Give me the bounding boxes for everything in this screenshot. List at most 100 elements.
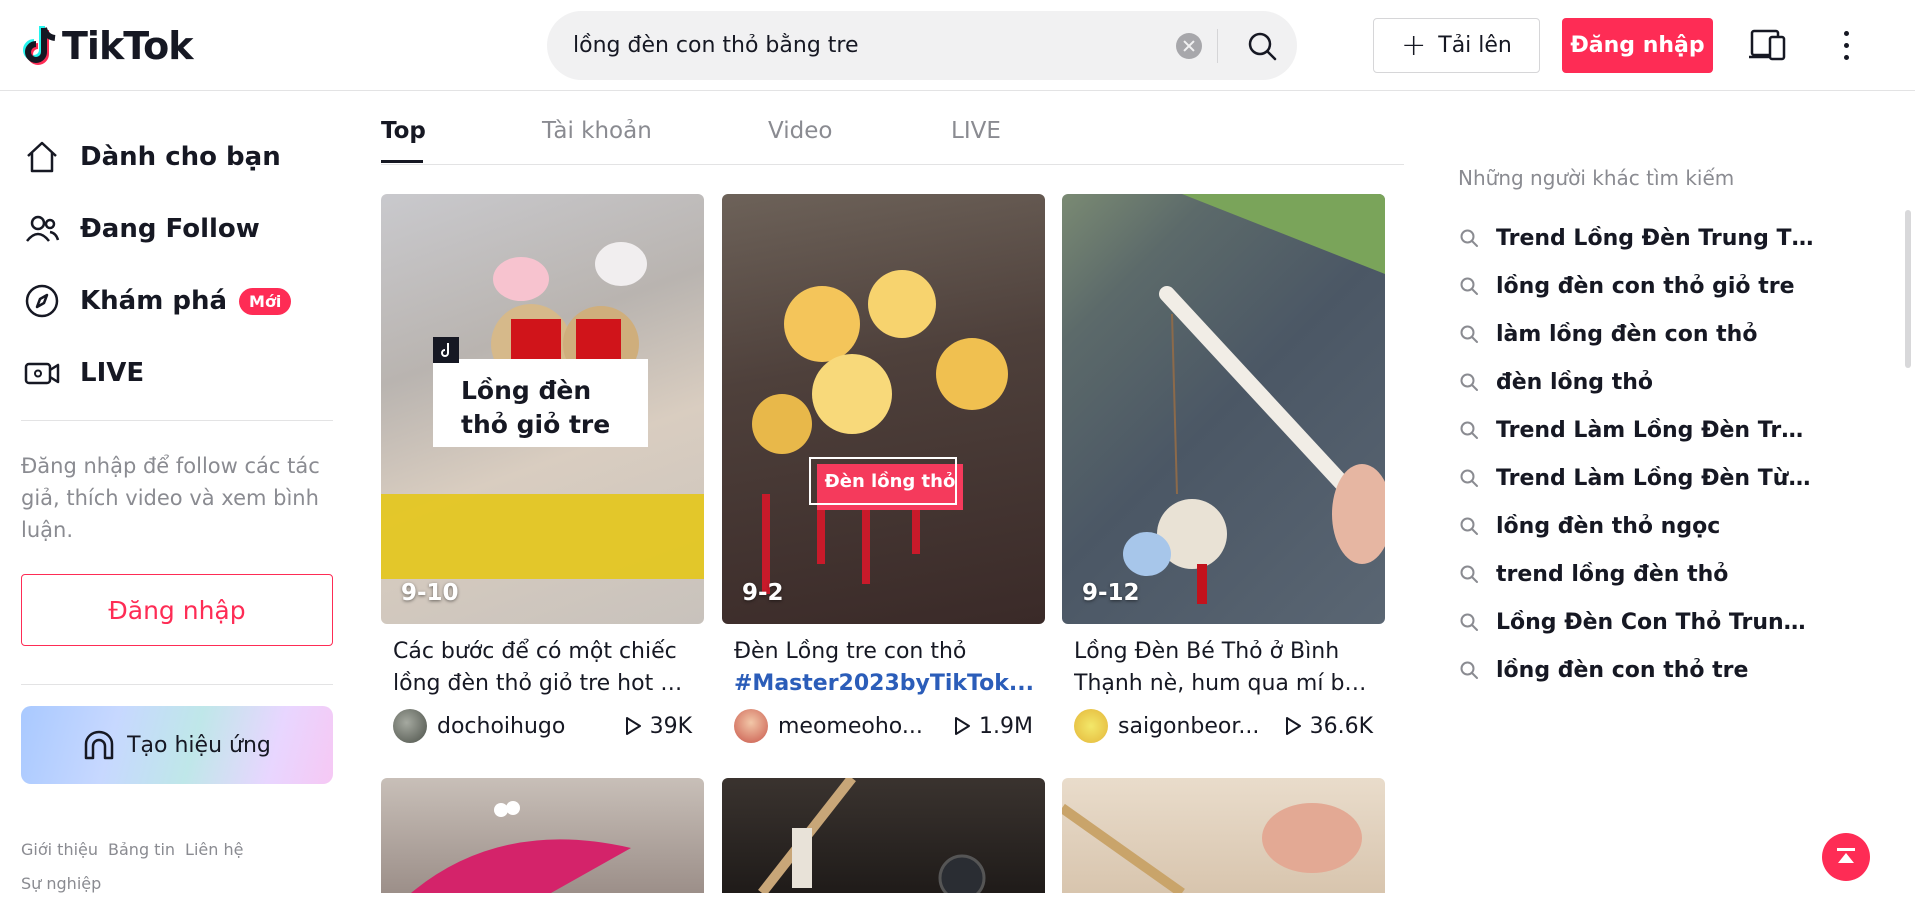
thumbnail-overlay-text: Đèn lồng thỏ (824, 471, 956, 492)
play-count-value: 36.6K (1309, 713, 1373, 739)
search-icon (1460, 421, 1478, 439)
video-thumbnail[interactable] (1062, 778, 1385, 893)
search-icon (1460, 277, 1478, 295)
login-prompt-text: Đăng nhập để follow các tác giả, thích v… (21, 454, 320, 542)
video-meta: meomeoho... 1.9M (722, 708, 1045, 744)
video-thumbnail[interactable]: Đèn lồng thỏ 9-2 (722, 194, 1045, 624)
related-search-label: Trend Làm Lồng Đèn Trung... (1496, 417, 1816, 443)
play-count-value: 39K (649, 713, 692, 739)
create-effect-label: Tạo hiệu ứng (127, 732, 271, 758)
tab-accounts[interactable]: Tài khoản (542, 118, 652, 144)
related-search-item[interactable]: lồng đèn con thỏ giỏ tre (1458, 266, 1816, 306)
arrow-up-icon (1837, 848, 1855, 863)
sidebar-item-following[interactable]: Đang Follow (22, 204, 260, 254)
related-search-item[interactable]: làm lồng đèn con thỏ (1458, 314, 1816, 354)
author-name[interactable]: saigonbeor... (1118, 714, 1268, 739)
thumbnail-art (411, 801, 631, 893)
sidebar-item-label: Dành cho bạn (80, 142, 281, 172)
sidebar-item-explore[interactable]: Khám phá Mới (22, 276, 292, 326)
related-search-item[interactable]: Lồng Đèn Con Thỏ Trung Thu (1458, 602, 1816, 642)
description-line: Lồng Đèn Bé Thỏ ở Bình (1074, 639, 1340, 664)
upload-button[interactable]: + Tải lên (1373, 18, 1540, 73)
related-search-item[interactable]: Trend Lồng Đèn Trung Thu ... (1458, 218, 1816, 258)
related-search-item[interactable]: lồng đèn con thỏ tre (1458, 650, 1816, 690)
video-thumbnail[interactable] (722, 778, 1045, 893)
related-search-item[interactable]: đèn lồng thỏ (1458, 362, 1816, 402)
related-search-label: làm lồng đèn con thỏ (1496, 321, 1758, 347)
sidebar-item-for-you[interactable]: Dành cho bạn (22, 132, 281, 182)
sidebar-item-label: LIVE (80, 358, 145, 388)
play-icon (955, 717, 971, 735)
thumbnail-art (1062, 803, 1362, 893)
footer-link-about[interactable]: Giới thiệu (21, 840, 98, 859)
footer-link-careers[interactable]: Sự nghiệp (21, 874, 101, 893)
search-icon (1460, 325, 1478, 343)
create-effect-button[interactable]: Tạo hiệu ứng (21, 706, 333, 784)
related-search-item[interactable]: trend lồng đèn thỏ (1458, 554, 1816, 594)
footer-link-contact[interactable]: Liên hệ (185, 840, 243, 859)
thumbnail-overlay-text: Lồng đèn thỏ giỏ tre (461, 376, 611, 439)
search-icon (1248, 32, 1277, 60)
sidebar-login-button[interactable]: Đăng nhập (21, 574, 333, 646)
description-line: lồng đèn thỏ giỏ tre hot hi... (393, 671, 693, 696)
play-count: 1.9M (953, 714, 1033, 739)
sidebar-item-label: Đang Follow (80, 214, 260, 244)
video-description[interactable]: Đèn Lồng tre con thỏ #Master2023byTikTok… (722, 636, 1045, 700)
video-card[interactable]: Lồng đèn thỏ giỏ tre 9-10 Các bước để có… (381, 194, 704, 744)
scrollbar[interactable] (1905, 210, 1911, 368)
new-badge: Mới (239, 287, 292, 315)
video-date: 9-10 (401, 580, 459, 606)
video-thumbnail[interactable] (381, 778, 704, 893)
active-tab-indicator (381, 160, 423, 163)
search-button[interactable] (1227, 11, 1297, 80)
related-search-label: Trend Lồng Đèn Trung Thu ... (1496, 225, 1816, 251)
video-meta: saigonbeor... 36.6K (1062, 708, 1385, 744)
related-search-item[interactable]: Trend Làm Lồng Đèn Trung... (1458, 410, 1816, 450)
login-button[interactable]: Đăng nhập (1562, 18, 1713, 73)
play-count: 36.6K (1284, 714, 1373, 739)
following-icon (22, 209, 62, 249)
author-name[interactable]: meomeoho... (778, 714, 928, 739)
more-options-icon[interactable] (1836, 27, 1856, 63)
description-line: Đèn Lồng tre con thỏ (734, 639, 967, 664)
related-search-item[interactable]: Trend Làm Lồng Đèn Từ Ch... (1458, 458, 1816, 498)
hashtag-link[interactable]: #Master2023byTikTok... (734, 668, 1034, 700)
avatar[interactable] (734, 709, 768, 743)
video-card[interactable]: Đèn lồng thỏ 9-2 Đèn Lồng tre con thỏ #M… (722, 194, 1045, 744)
avatar[interactable] (1074, 709, 1108, 743)
related-search-label: đèn lồng thỏ (1496, 369, 1654, 395)
play-icon (1285, 717, 1301, 735)
video-thumbnail[interactable]: 9-12 (1062, 194, 1385, 624)
search-icon (1460, 469, 1478, 487)
live-icon (22, 353, 62, 393)
author-name[interactable]: dochoihugo (437, 714, 587, 739)
search-icon (1460, 517, 1478, 535)
tiktok-logo[interactable]: TikTok (20, 22, 193, 70)
search-input[interactable] (571, 11, 1171, 80)
video-date: 9-12 (1082, 580, 1140, 606)
related-search-label: Lồng Đèn Con Thỏ Trung Thu (1496, 609, 1816, 635)
avatar[interactable] (393, 709, 427, 743)
related-search-label: lồng đèn thỏ ngọc (1496, 513, 1721, 539)
related-search-label: lồng đèn con thỏ giỏ tre (1496, 273, 1795, 299)
plus-icon: + (1401, 27, 1427, 63)
sidebar-divider (21, 420, 333, 421)
tab-videos[interactable]: Video (768, 118, 832, 144)
sidebar-divider (21, 684, 333, 685)
video-thumbnail[interactable]: Lồng đèn thỏ giỏ tre 9-10 (381, 194, 704, 624)
search-icon (1460, 661, 1478, 679)
description-line: Các bước để có một chiếc (393, 639, 677, 664)
tab-live[interactable]: LIVE (951, 118, 1001, 144)
video-description[interactable]: Các bước để có một chiếc lồng đèn thỏ gi… (381, 636, 704, 700)
search-divider (1217, 29, 1218, 63)
video-description[interactable]: Lồng Đèn Bé Thỏ ở Bình Thạnh nè, hum qua… (1062, 636, 1385, 700)
related-search-item[interactable]: lồng đèn thỏ ngọc (1458, 506, 1816, 546)
footer-link-newsroom[interactable]: Bảng tin (108, 840, 175, 859)
clear-search-icon[interactable] (1176, 33, 1202, 59)
sidebar-item-live[interactable]: LIVE (22, 348, 144, 398)
video-card[interactable]: 9-12 Lồng Đèn Bé Thỏ ở Bình Thạnh nè, hu… (1062, 194, 1385, 744)
tab-top[interactable]: Top (381, 118, 426, 144)
device-icon[interactable] (1748, 27, 1788, 63)
related-search-label: lồng đèn con thỏ tre (1496, 657, 1749, 683)
back-to-top-button[interactable] (1822, 833, 1870, 881)
